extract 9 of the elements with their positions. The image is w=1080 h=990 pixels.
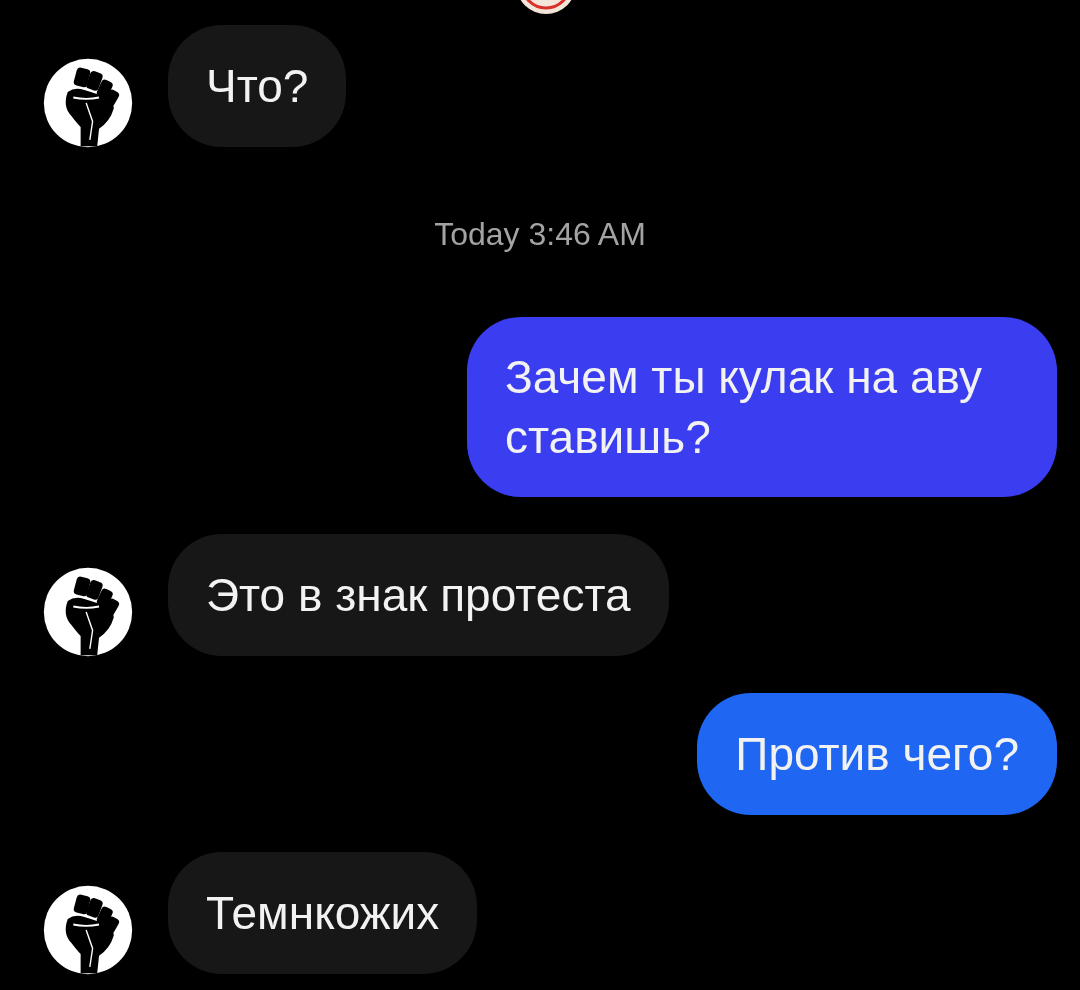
message-bubble: Зачем ты кулак на аву ставишь? <box>467 317 1057 497</box>
message-bubble: Темнкожих <box>168 852 478 974</box>
message-bubble: Что? <box>168 25 347 147</box>
fist-avatar-icon <box>42 566 134 658</box>
fist-avatar-icon <box>42 57 134 149</box>
message-bubble: Это в знак протеста <box>168 534 669 656</box>
fist-avatar-icon <box>42 884 134 976</box>
timestamp-text: Today 3:46 AM <box>434 216 646 252</box>
message-bubble: Против чего? <box>697 693 1057 815</box>
